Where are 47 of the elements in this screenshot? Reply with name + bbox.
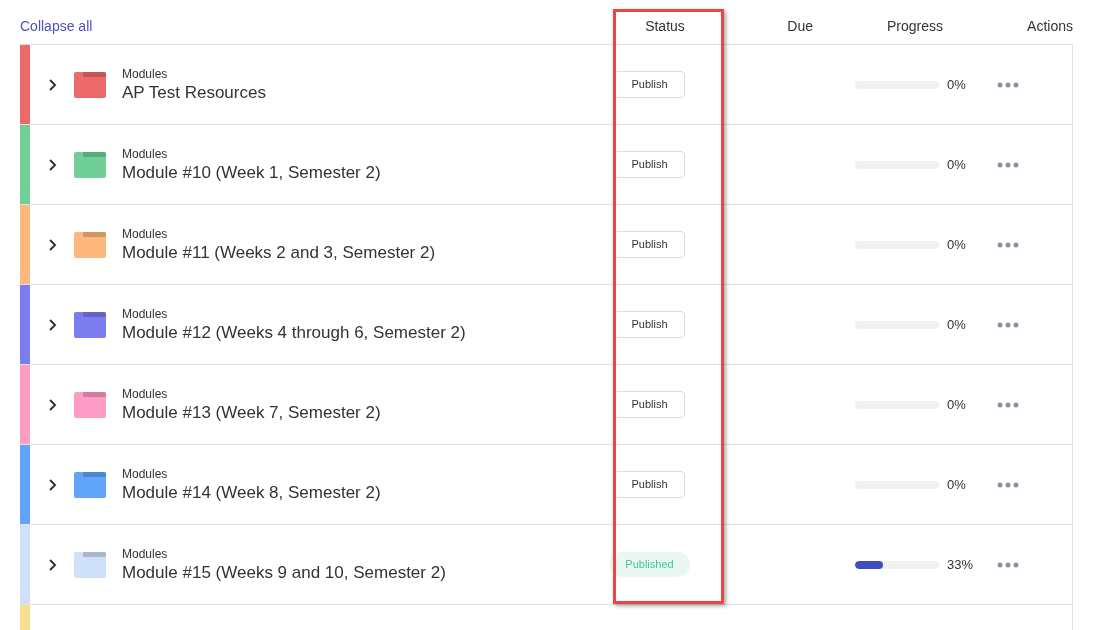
more-icon[interactable] [997, 241, 1019, 248]
collapse-all-link[interactable]: Collapse all [20, 16, 605, 37]
item-category: Modules [122, 385, 169, 402]
column-header: Due [786, 17, 814, 36]
chevron-right-icon[interactable] [48, 397, 58, 412]
more-icon[interactable] [997, 81, 1019, 88]
chevron-right-icon[interactable] [48, 157, 58, 172]
more-icon[interactable] [997, 481, 1019, 488]
publish-button[interactable]: Publish [614, 471, 685, 498]
item-title: Module #15 (Weeks 9 and 10, Semester 2) [122, 561, 447, 584]
progress-percent: 0% [947, 395, 967, 414]
publish-button[interactable]: Publish [614, 311, 685, 338]
item-title: Module #14 (Week 8, Semester 2) [122, 481, 382, 504]
chevron-right-icon[interactable] [48, 557, 58, 572]
publish-button[interactable]: Publish [614, 391, 685, 418]
chevron-right-icon[interactable] [48, 77, 58, 92]
more-icon[interactable] [997, 401, 1019, 408]
item-title: Module #13 (Week 7, Semester 2) [122, 401, 382, 424]
item-category: Modules [122, 305, 169, 322]
more-icon[interactable] [997, 561, 1019, 568]
chevron-right-icon[interactable] [48, 317, 58, 332]
more-icon[interactable] [997, 161, 1019, 168]
column-header: Progress [885, 17, 944, 36]
progress-percent: 0% [947, 315, 967, 334]
progress-percent: 33% [947, 555, 975, 574]
chevron-right-icon[interactable] [48, 477, 58, 492]
column-header: Status [644, 17, 686, 36]
publish-button[interactable]: Publish [614, 231, 685, 258]
progress-percent: 0% [947, 475, 967, 494]
publish-button[interactable]: Publish [614, 71, 685, 98]
more-icon[interactable] [997, 321, 1019, 328]
item-category: Modules [122, 65, 169, 82]
chevron-right-icon[interactable] [48, 237, 58, 252]
item-category: Modules [122, 145, 169, 162]
item-category: Modules [122, 225, 169, 242]
publish-button[interactable]: Publish [614, 151, 685, 178]
item-category: Modules [122, 465, 169, 482]
status-badge: Published [609, 552, 690, 577]
item-title: AP Test Resources [122, 81, 267, 104]
progress-percent: 0% [947, 235, 967, 254]
progress-percent: 0% [947, 75, 967, 94]
column-header: Actions [1026, 17, 1073, 36]
progress-percent: 0% [947, 155, 967, 174]
item-title: Module #12 (Weeks 4 through 6, Semester 2) [122, 321, 467, 344]
item-title: Module #11 (Weeks 2 and 3, Semester 2) [122, 241, 437, 264]
item-category: Modules [122, 545, 169, 562]
item-title: Module #10 (Week 1, Semester 2) [122, 161, 382, 184]
